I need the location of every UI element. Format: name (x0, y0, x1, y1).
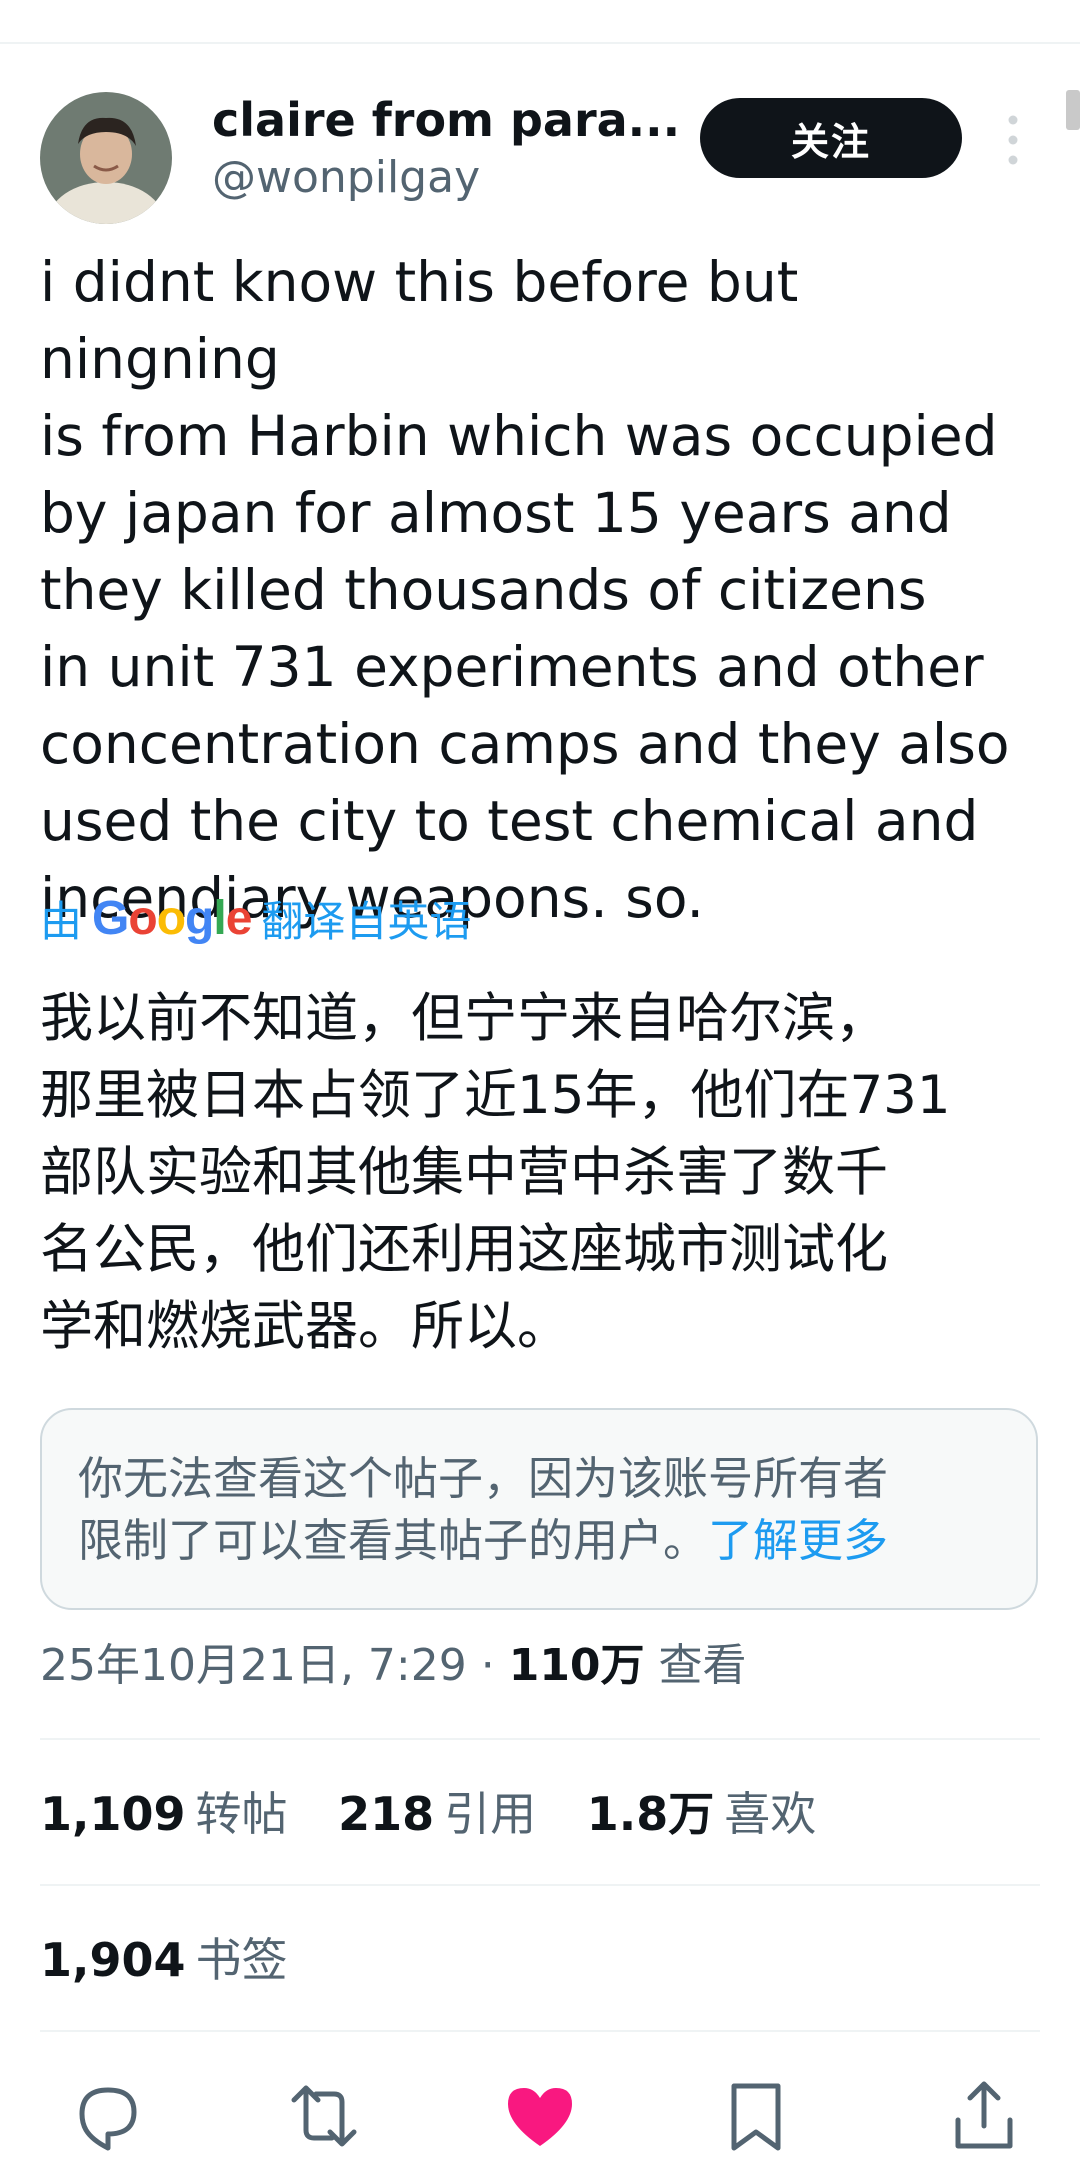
learn-more-link[interactable]: 了解更多 (708, 1514, 888, 1567)
quotes-label: 引用 (444, 1787, 537, 1841)
divider (40, 1884, 1040, 1886)
translated-text-line: 那里被日本占领了近15年，他们在731 (40, 1065, 951, 1126)
bookmarks-stat[interactable]: 1,904 书签 (40, 1930, 288, 1990)
translation-suffix: 翻译自英语 (261, 896, 472, 946)
likes-label: 喜欢 (724, 1787, 817, 1841)
reply-icon[interactable] (68, 2076, 148, 2156)
quotes-count: 218 (338, 1787, 435, 1841)
translated-text: 我以前不知道，但宁宁来自哈尔滨， 那里被日本占领了近15年，他们在731 部队实… (40, 980, 1050, 1365)
top-divider (0, 42, 1080, 44)
likes-count: 1.8万 (586, 1787, 715, 1841)
likes-stat[interactable]: 1.8万 喜欢 (587, 1784, 817, 1844)
tweet-text-line: they killed thousands of citizens (40, 558, 927, 622)
share-icon[interactable] (944, 2076, 1024, 2156)
author-info[interactable]: claire from para... @wonpilgay (212, 92, 680, 206)
translated-text-line: 学和燃烧武器。所以。 (40, 1296, 570, 1357)
tweet-text-line: by japan for almost 15 years and (40, 481, 952, 545)
quotes-stat[interactable]: 218 引用 (338, 1784, 536, 1844)
translated-text-line: 名公民，他们还利用这座城市测试化 (40, 1219, 888, 1280)
tweet-text-line: used the city to test chemical and (40, 789, 979, 853)
tweet-text-line: in unit 731 experiments and other (40, 635, 984, 699)
like-icon[interactable] (500, 2076, 580, 2156)
reposts-count: 1,109 (40, 1787, 186, 1841)
scrollbar-thumb[interactable] (1066, 90, 1080, 130)
translation-attribution[interactable]: 由 Google 翻译自英语 (40, 888, 471, 948)
translated-text-line: 部队实验和其他集中营中杀害了数千 (40, 1142, 888, 1203)
action-bar (0, 2070, 1080, 2151)
views-label: 查看 (644, 1640, 747, 1691)
divider (40, 1738, 1040, 1740)
tweet-text-line: concentration camps and they also (40, 712, 1010, 776)
translated-text-line: 我以前不知道，但宁宁来自哈尔滨， (40, 988, 888, 1049)
repost-icon[interactable] (284, 2076, 364, 2156)
divider (40, 2030, 1040, 2032)
reposts-label: 转帖 (195, 1787, 288, 1841)
more-options-icon[interactable] (998, 112, 1028, 168)
restricted-post-notice: 你无法查看这个帖子，因为该账号所有者 限制了可以查看其帖子的用户。了解更多 (40, 1408, 1038, 1610)
tweet-header: claire from para... @wonpilgay 关注 (40, 92, 1040, 224)
tweet-text-line: i didnt know this before but ningning (40, 250, 799, 391)
notice-line-text: 限制了可以查看其帖子的用户。 (78, 1514, 709, 1567)
views-count: 110万 (508, 1640, 645, 1691)
bookmarks-count: 1,904 (40, 1933, 186, 1987)
google-logo: Google (92, 891, 252, 945)
translation-prefix: 由 (40, 896, 83, 946)
reposts-stat[interactable]: 1,109 转帖 (40, 1784, 288, 1844)
avatar-image (40, 92, 172, 224)
notice-line: 你无法查看这个帖子，因为该账号所有者 (78, 1452, 889, 1505)
tweet-meta: 25年10月21日, 7:29 · 110万 查看 (40, 1636, 747, 1696)
author-display-name[interactable]: claire from para... (212, 92, 680, 148)
bookmark-icon[interactable] (716, 2076, 796, 2156)
notice-text: 你无法查看这个帖子，因为该账号所有者 限制了可以查看其帖子的用户。了解更多 (78, 1448, 1018, 1572)
timestamp[interactable]: 25年10月21日, 7:29 · (40, 1640, 509, 1691)
follow-button[interactable]: 关注 (700, 98, 962, 178)
avatar[interactable] (40, 92, 172, 224)
tweet-text: i didnt know this before but ningning is… (40, 244, 1050, 937)
notice-line-2: 限制了可以查看其帖子的用户。了解更多 (78, 1510, 1018, 1572)
engagement-stats: 1,109 转帖 218 引用 1.8万 喜欢 (40, 1784, 852, 1844)
author-handle[interactable]: @wonpilgay (212, 150, 680, 206)
bookmarks-label: 书签 (195, 1933, 288, 1987)
tweet-text-line: is from Harbin which was occupied (40, 404, 998, 468)
